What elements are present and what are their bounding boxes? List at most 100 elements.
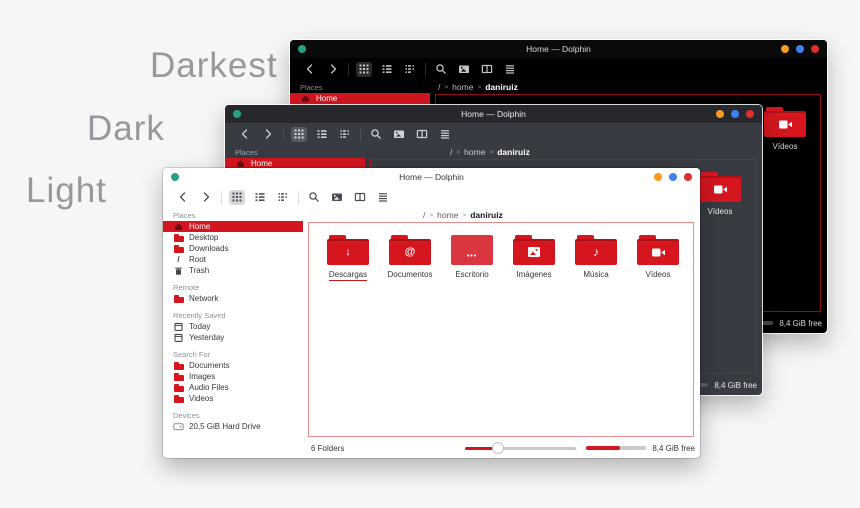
minimize-button[interactable] <box>716 110 724 118</box>
breadcrumb-user[interactable]: daniruiz <box>470 210 503 220</box>
menu-button[interactable] <box>502 62 518 77</box>
search-button[interactable] <box>306 190 322 205</box>
breadcrumb-user[interactable]: daniruiz <box>485 82 518 92</box>
search-button[interactable] <box>368 127 384 142</box>
compact-view-button[interactable] <box>337 127 353 142</box>
list-view-button[interactable] <box>379 62 395 77</box>
forward-icon <box>265 129 272 139</box>
toolbar-separator <box>283 127 284 141</box>
folder-item[interactable]: @ Documentos <box>379 235 441 281</box>
folder-view[interactable]: ↓ Descargas @ Documentos ••• Escritorio Imá… <box>308 222 694 437</box>
menu-button[interactable] <box>375 190 391 205</box>
breadcrumb-root[interactable]: / <box>450 147 452 157</box>
grid-view-button[interactable] <box>291 126 307 142</box>
forward-button[interactable] <box>260 127 276 142</box>
split-view-button[interactable] <box>479 62 495 77</box>
sidebar-item-images[interactable]: Images <box>163 371 303 382</box>
minimize-button[interactable] <box>781 45 789 53</box>
titlebar[interactable]: Home — Dolphin <box>163 168 700 186</box>
folder-item[interactable]: Imágenes <box>503 235 565 281</box>
sidebar-item-audio-files[interactable]: Audio Files <box>163 382 303 393</box>
folder-item[interactable]: ↓ Descargas <box>317 235 379 281</box>
breadcrumb-root[interactable]: / <box>423 210 425 220</box>
folder-item[interactable]: Vídeos <box>627 235 689 281</box>
sidebar-item-desktop[interactable]: Desktop <box>163 232 303 243</box>
music-folder-icon: ♪ <box>575 235 617 265</box>
forward-button[interactable] <box>198 190 214 205</box>
breadcrumb-home[interactable]: home <box>452 82 473 92</box>
breadcrumb-home[interactable]: home <box>464 147 485 157</box>
back-button[interactable] <box>302 62 318 77</box>
image-glyph-icon <box>528 247 540 257</box>
breadcrumb-root[interactable]: / <box>438 82 440 92</box>
grid-view-button[interactable] <box>229 189 245 205</box>
sidebar-item-network[interactable]: Network <box>163 293 303 304</box>
sidebar-item-trash[interactable]: Trash <box>163 265 303 276</box>
zoom-slider[interactable] <box>465 441 577 454</box>
menu-button[interactable] <box>437 127 453 142</box>
grid-view-icon <box>359 64 369 74</box>
preview-button[interactable] <box>329 190 345 205</box>
sidebar-item-downloads[interactable]: Downloads <box>163 243 303 254</box>
split-view-button[interactable] <box>352 190 368 205</box>
sidebar-item-home[interactable]: Home <box>163 221 303 232</box>
folder-icon <box>173 233 184 242</box>
minimize-button[interactable] <box>654 173 662 181</box>
titlebar[interactable]: Home — Dolphin <box>290 40 827 58</box>
toolbar <box>225 123 762 145</box>
compact-view-button[interactable] <box>275 190 291 205</box>
preview-button[interactable] <box>391 127 407 142</box>
desktop-folder-icon: ••• <box>451 235 493 265</box>
list-view-button[interactable] <box>252 190 268 205</box>
compact-view-icon <box>278 193 287 201</box>
list-view-button[interactable] <box>314 127 330 142</box>
search-button[interactable] <box>433 62 449 77</box>
list-view-icon <box>255 193 265 201</box>
window-controls <box>654 173 692 181</box>
folder-item[interactable]: Vídeos <box>754 107 816 151</box>
titlebar[interactable]: Home — Dolphin <box>225 105 762 123</box>
split-view-button[interactable] <box>414 127 430 142</box>
breadcrumb[interactable]: / > home > daniruiz <box>303 208 700 222</box>
sidebar-item-label: Trash <box>189 266 210 275</box>
sidebar-item-label: Audio Files <box>189 383 229 392</box>
maximize-button[interactable] <box>796 45 804 53</box>
sidebar-item-root[interactable]: / Root <box>163 254 303 265</box>
sidebar-item-yesterday[interactable]: Yesterday <box>163 332 303 343</box>
folder-label: Imágenes <box>516 270 552 279</box>
section-label-remote: Remote <box>173 283 200 292</box>
sidebar-item-today[interactable]: Today <box>163 321 303 332</box>
forward-button[interactable] <box>325 62 341 77</box>
sidebar-item-documents[interactable]: Documents <box>163 360 303 371</box>
grid-view-button[interactable] <box>356 61 372 77</box>
close-button[interactable] <box>746 110 754 118</box>
places-panel: Places Home Desktop Downloads / Root Tra… <box>163 208 303 458</box>
videos-folder-icon <box>764 107 806 137</box>
maximize-button[interactable] <box>731 110 739 118</box>
window-body: Places Home Desktop Downloads / Root Tra… <box>163 208 700 458</box>
sidebar-item-hard-drive[interactable]: 20,5 GiB Hard Drive <box>163 421 303 432</box>
breadcrumb[interactable]: / > home > daniruiz <box>430 80 827 94</box>
compact-view-button[interactable] <box>402 62 418 77</box>
close-button[interactable] <box>811 45 819 53</box>
close-button[interactable] <box>684 173 692 181</box>
videos-folder-icon <box>637 235 679 265</box>
back-button[interactable] <box>237 127 253 142</box>
back-button[interactable] <box>175 190 191 205</box>
toolbar <box>163 186 700 208</box>
preview-button[interactable] <box>456 62 472 77</box>
chevron-right-icon: > <box>429 211 434 219</box>
sidebar-item-label: Yesterday <box>189 333 225 342</box>
video-camera-glyph-icon <box>651 248 665 256</box>
breadcrumb-user[interactable]: daniruiz <box>497 147 530 157</box>
folder-item[interactable]: ♪ Música <box>565 235 627 281</box>
zoom-slider-handle[interactable] <box>492 441 505 454</box>
hamburger-menu-icon <box>506 65 514 74</box>
sidebar-item-home[interactable]: Home <box>290 93 430 104</box>
maximize-button[interactable] <box>669 173 677 181</box>
sidebar-item-videos[interactable]: Videos <box>163 393 303 404</box>
breadcrumb-home[interactable]: home <box>437 210 458 220</box>
folder-label: Documentos <box>387 270 433 279</box>
breadcrumb[interactable]: / > home > daniruiz <box>365 145 762 159</box>
folder-item[interactable]: ••• Escritorio <box>441 235 503 281</box>
